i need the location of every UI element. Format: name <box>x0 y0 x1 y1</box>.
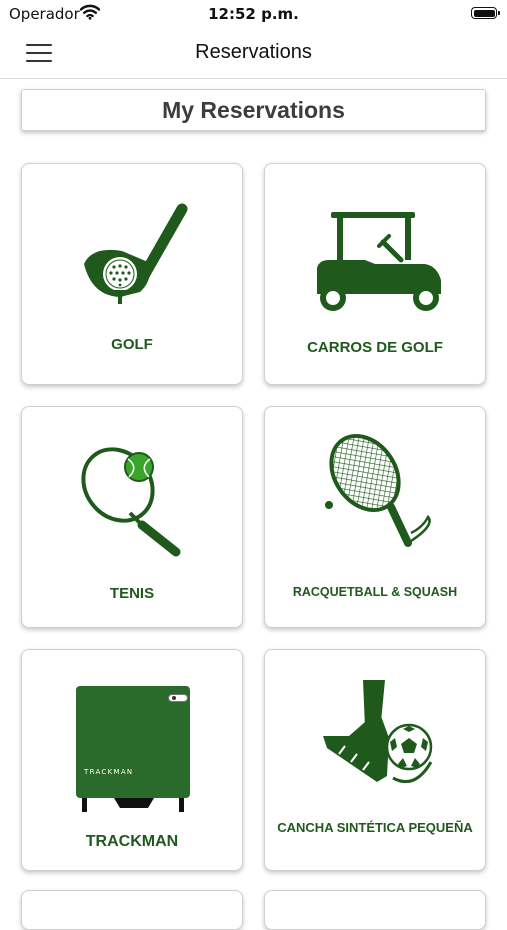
card-racquetball-squash-label: RACQUETBALL & SQUASH <box>292 585 458 599</box>
trackman-device-text: TRACKMAN <box>84 768 134 776</box>
card-trackman[interactable]: TRACKMAN TRACKMAN <box>21 649 243 871</box>
card-partial[interactable] <box>264 890 486 930</box>
golf-club-icon <box>84 203 188 304</box>
card-golf[interactable]: GOLF <box>21 163 243 385</box>
card-small-synthetic-field-label: CANCHA SINTÉTICA PEQUEÑA <box>277 820 473 835</box>
card-golf-carts[interactable]: CARROS DE GOLF <box>264 163 486 385</box>
card-tennis-label: TENIS <box>109 585 155 602</box>
soccer-kick-icon <box>323 680 433 783</box>
card-small-synthetic-field[interactable]: CANCHA SINTÉTICA PEQUEÑA <box>264 649 486 871</box>
trackman-device-icon: TRACKMAN <box>22 650 242 820</box>
card-golf-carts-label: CARROS DE GOLF <box>307 339 443 356</box>
racquetball-racket-icon <box>325 433 431 547</box>
card-racquetball-squash[interactable]: RACQUETBALL & SQUASH <box>264 406 486 628</box>
golf-cart-icon <box>317 212 441 311</box>
card-tennis[interactable]: TENIS <box>21 406 243 628</box>
reservation-category-grid: GOLF CARROS DE GOLF TENIS RACQUETBALL & … <box>0 0 507 930</box>
card-partial[interactable] <box>21 890 243 930</box>
card-trackman-label: TRACKMAN <box>85 833 179 850</box>
tennis-racket-icon <box>81 447 181 557</box>
card-golf-label: GOLF <box>111 336 153 353</box>
